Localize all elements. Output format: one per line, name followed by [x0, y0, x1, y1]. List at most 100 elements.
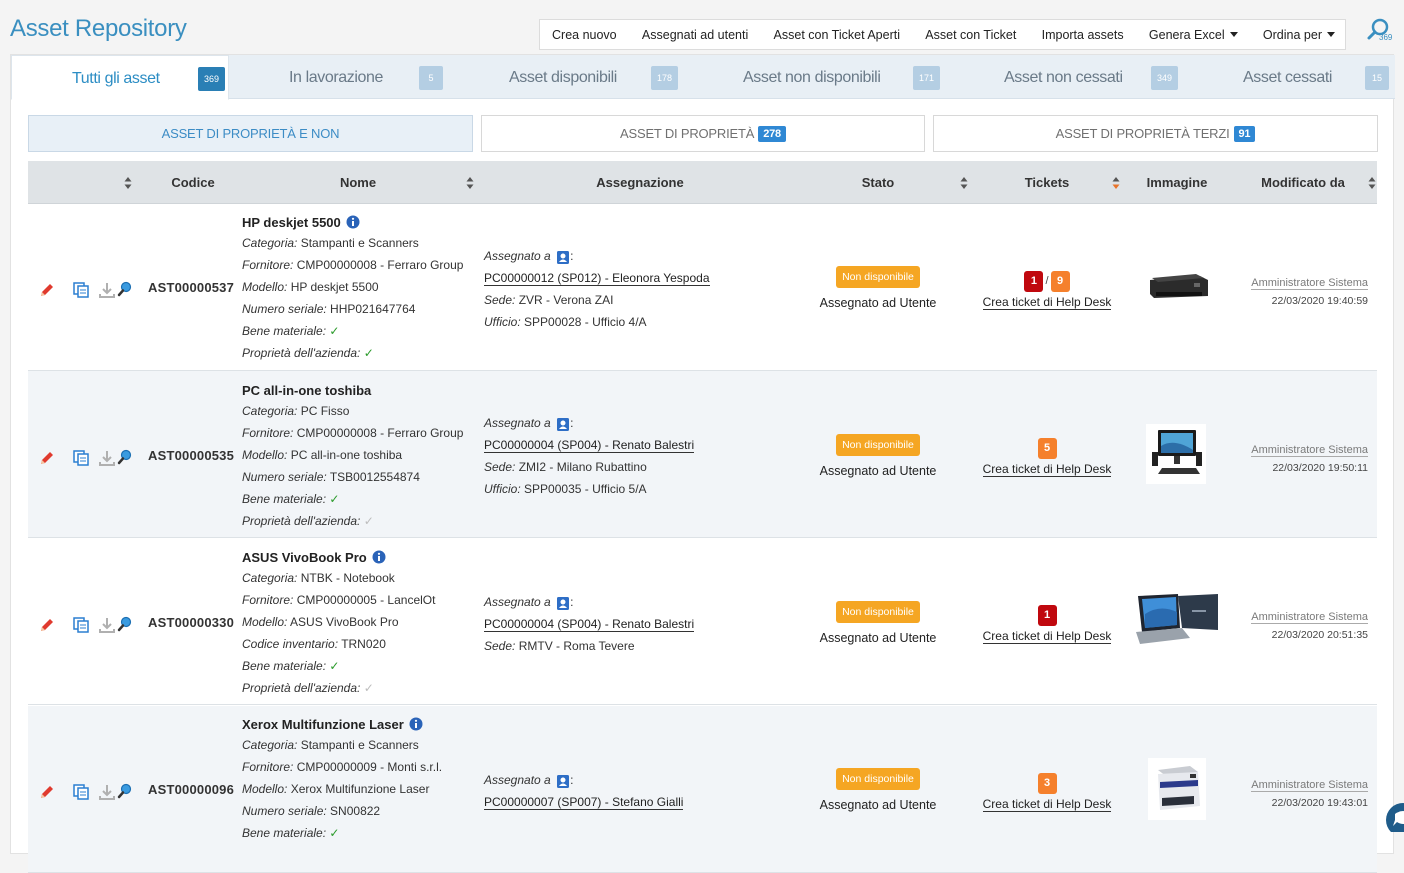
ownership-all-tab[interactable]: ASSET DI PROPRIETÀ E NON [28, 115, 473, 152]
status-badge: Non disponibile [836, 768, 920, 790]
asset-image[interactable] [1134, 758, 1220, 825]
column-header-name[interactable]: Nome [238, 161, 478, 204]
sort-icon[interactable] [960, 176, 968, 190]
with-tickets-filter-button[interactable]: Asset con Ticket [925, 28, 1016, 42]
user-card-icon [557, 596, 570, 610]
create-ticket-link[interactable]: Crea ticket di Help Desk [982, 629, 1112, 644]
info-icon[interactable] [409, 717, 423, 731]
sort-icon[interactable] [124, 176, 132, 190]
modified-by-link[interactable]: Amministratore Sistema [1251, 444, 1368, 457]
check-icon: ✓ [363, 681, 374, 695]
asset-image[interactable] [1134, 266, 1220, 311]
open-tickets-filter-button[interactable]: Asset con Ticket Aperti [774, 28, 900, 42]
sort-desc-icon[interactable] [1112, 176, 1120, 190]
column-header-code[interactable]: Codice [138, 161, 248, 204]
check-icon: ✓ [329, 324, 340, 338]
tab-label: In lavorazione [289, 69, 384, 86]
inspect-icon[interactable] [117, 280, 133, 298]
table-header: Codice Nome Assegnazione Stato Tickets I… [28, 161, 1377, 204]
download-icon[interactable] [98, 616, 116, 634]
duplicate-icon[interactable] [72, 281, 90, 299]
material-asset-label: Bene materiale: [242, 659, 327, 673]
assigned-user-link[interactable]: PC00000007 (SP007) - Stefano Gialli [484, 795, 684, 810]
modified-by-link[interactable]: Amministratore Sistema [1251, 779, 1368, 792]
create-ticket-link[interactable]: Crea ticket di Help Desk [982, 295, 1112, 310]
sort-icon[interactable] [466, 176, 474, 190]
office-value: SPP00035 - Ufficio 5/A [524, 482, 647, 496]
tab-all-assets[interactable]: Tutti gli asset 369 [11, 55, 229, 100]
asset-details: Xerox Multifunzione Laser Categoria: Sta… [242, 714, 482, 844]
assigned-users-button[interactable]: Assegnati ad utenti [642, 28, 748, 42]
supplier-value: CMP00000005 - LancelOt [296, 593, 436, 607]
site-value: RMTV - Roma Tevere [518, 639, 635, 653]
download-icon[interactable] [98, 449, 116, 467]
create-ticket-link[interactable]: Crea ticket di Help Desk [982, 462, 1112, 477]
modified-by-link[interactable]: Amministratore Sistema [1251, 277, 1368, 290]
import-assets-button[interactable]: Importa assets [1042, 28, 1124, 42]
assignment-details: Assegnato a : PC00000004 (SP004) - Renat… [484, 416, 695, 496]
column-header-image: Immagine [1146, 175, 1208, 190]
tickets-cell: 1 / 9 Crea ticket di Help Desk [968, 270, 1126, 311]
create-ticket-link[interactable]: Crea ticket di Help Desk [982, 797, 1112, 812]
table-row: AST00000535 PC all-in-one toshiba Catego… [28, 371, 1377, 538]
generate-excel-dropdown[interactable]: Genera Excel [1149, 28, 1238, 42]
modified-cell: Amministratore Sistema 22/03/2020 20:51:… [1222, 607, 1368, 641]
sort-icon[interactable] [1368, 176, 1376, 190]
asset-image[interactable] [1134, 592, 1220, 655]
inspect-icon[interactable] [117, 448, 133, 466]
download-icon[interactable] [98, 281, 116, 299]
assigned-user-link[interactable]: PC00000012 (SP012) - Eleonora Yespoda [484, 271, 710, 286]
assigned-user-link[interactable]: PC00000004 (SP004) - Renato Balestri [484, 617, 695, 632]
download-icon[interactable] [98, 783, 116, 801]
create-new-button[interactable]: Crea nuovo [552, 28, 617, 42]
assigned-user-link[interactable]: PC00000004 (SP004) - Renato Balestri [484, 438, 695, 453]
material-asset-label: Bene materiale: [242, 826, 327, 840]
check-icon: ✓ [329, 492, 340, 506]
ownership-tab-label: ASSET DI PROPRIETÀ TERZI [1055, 126, 1230, 141]
info-icon[interactable] [346, 215, 360, 229]
ticket-count-badge[interactable]: 9 [1050, 270, 1070, 292]
ownership-owned-tab[interactable]: ASSET DI PROPRIETÀ 278 [481, 115, 925, 152]
category-value: PC Fisso [300, 404, 350, 418]
category-value: NTBK - Notebook [300, 571, 395, 585]
asset-image[interactable] [1134, 424, 1220, 491]
category-label: Categoria: [242, 738, 298, 752]
duplicate-icon[interactable] [72, 783, 90, 801]
modified-cell: Amministratore Sistema 22/03/2020 19:40:… [1222, 273, 1368, 307]
ticket-count-badge[interactable]: 3 [1037, 772, 1057, 794]
tab-unavailable-assets[interactable]: Asset non disponibili 171 [683, 55, 945, 99]
company-property-label: Proprietà dell'azienda: [242, 514, 361, 528]
edit-icon[interactable] [38, 281, 56, 299]
model-value: Xerox Multifunzione Laser [290, 782, 430, 796]
ticket-count-badge[interactable]: 5 [1037, 437, 1057, 459]
column-header-tickets[interactable]: Tickets [988, 161, 1106, 204]
supplier-label: Fornitore: [242, 426, 294, 440]
check-icon: ✓ [329, 659, 340, 673]
company-property-label: Proprietà dell'azienda: [242, 681, 361, 695]
page-title: Asset Repository [10, 15, 187, 42]
ticket-count-badge[interactable]: 1 [1037, 604, 1057, 626]
duplicate-icon[interactable] [72, 616, 90, 634]
edit-icon[interactable] [38, 616, 56, 634]
serial-label: Numero seriale: [242, 470, 327, 484]
tab-in-progress[interactable]: In lavorazione 5 [229, 55, 455, 99]
tab-decommissioned-assets[interactable]: Asset cessati 15 [1177, 55, 1395, 99]
ownership-third-party-tab[interactable]: ASSET DI PROPRIETÀ TERZI 91 [933, 115, 1378, 152]
chat-icon[interactable] [1385, 802, 1404, 832]
sort-by-dropdown[interactable]: Ordina per [1263, 28, 1335, 42]
modified-by-link[interactable]: Amministratore Sistema [1251, 611, 1368, 624]
tab-available-assets[interactable]: Asset disponibili 178 [455, 55, 683, 99]
inspect-icon[interactable] [117, 615, 133, 633]
duplicate-icon[interactable] [72, 449, 90, 467]
table-row: AST00000330 ASUS VivoBook Pro Categoria:… [28, 538, 1377, 705]
inspect-icon[interactable] [117, 782, 133, 800]
status-badge: Non disponibile [836, 434, 920, 456]
tab-active-assets[interactable]: Asset non cessati 349 [945, 55, 1179, 99]
edit-icon[interactable] [38, 783, 56, 801]
status-text: Assegnato ad Utente [819, 631, 937, 645]
column-header-modified-by[interactable]: Modificato da [1238, 161, 1368, 204]
info-icon[interactable] [372, 550, 386, 564]
edit-icon[interactable] [38, 449, 56, 467]
column-header-status[interactable]: Stato [798, 161, 958, 204]
ticket-count-badge[interactable]: 1 [1024, 270, 1044, 292]
